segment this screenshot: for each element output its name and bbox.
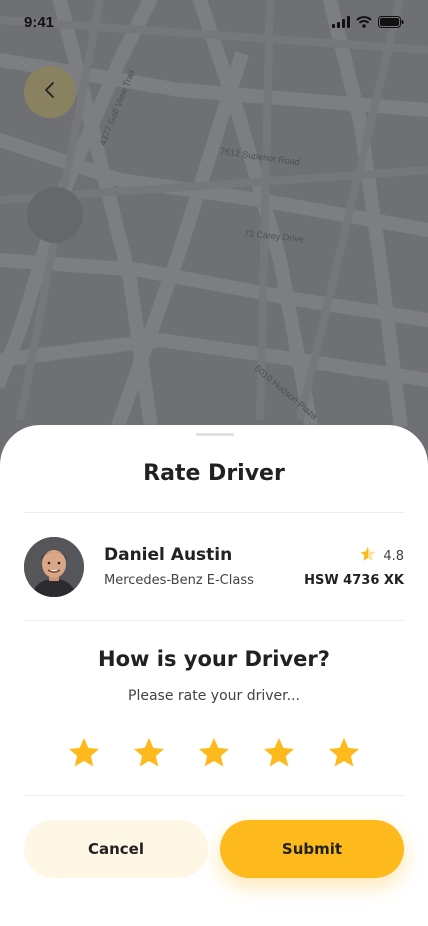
driver-rating: 4.8 [359,545,404,567]
chevron-left-icon [43,80,57,104]
signal-icon [332,13,350,32]
star-1-icon[interactable] [64,733,104,773]
driver-plate: HSW 4736 XK [304,573,404,588]
star-rating[interactable] [64,733,364,773]
wifi-icon [356,13,372,32]
cancel-button[interactable]: Cancel [24,820,208,878]
star-4-icon[interactable] [259,733,299,773]
star-2-icon[interactable] [129,733,169,773]
divider [24,620,404,621]
sheet-title: Rate Driver [143,461,285,486]
status-bar: 9:41 [0,0,428,44]
status-time: 9:41 [24,13,55,31]
submit-button[interactable]: Submit [220,820,404,878]
half-star-icon [359,545,377,567]
battery-icon [378,13,404,32]
driver-avatar [24,537,84,597]
driver-card: Daniel Austin Mercedes-Benz E-Class 4.8 … [24,537,404,597]
star-5-icon[interactable] [324,733,364,773]
rating-question: How is your Driver? [98,647,330,671]
sheet-handle[interactable] [196,433,234,436]
status-icons [332,13,404,32]
divider [24,512,404,513]
divider [24,795,404,796]
back-button[interactable] [24,66,76,118]
driver-rating-value: 4.8 [383,548,404,564]
rating-subtext: Please rate your driver... [128,688,300,704]
star-3-icon[interactable] [194,733,234,773]
rate-driver-sheet: Rate Driver Daniel Austin Mercedes-Benz … [0,425,428,926]
driver-car: Mercedes-Benz E-Class [104,573,254,588]
driver-name: Daniel Austin [104,545,233,565]
